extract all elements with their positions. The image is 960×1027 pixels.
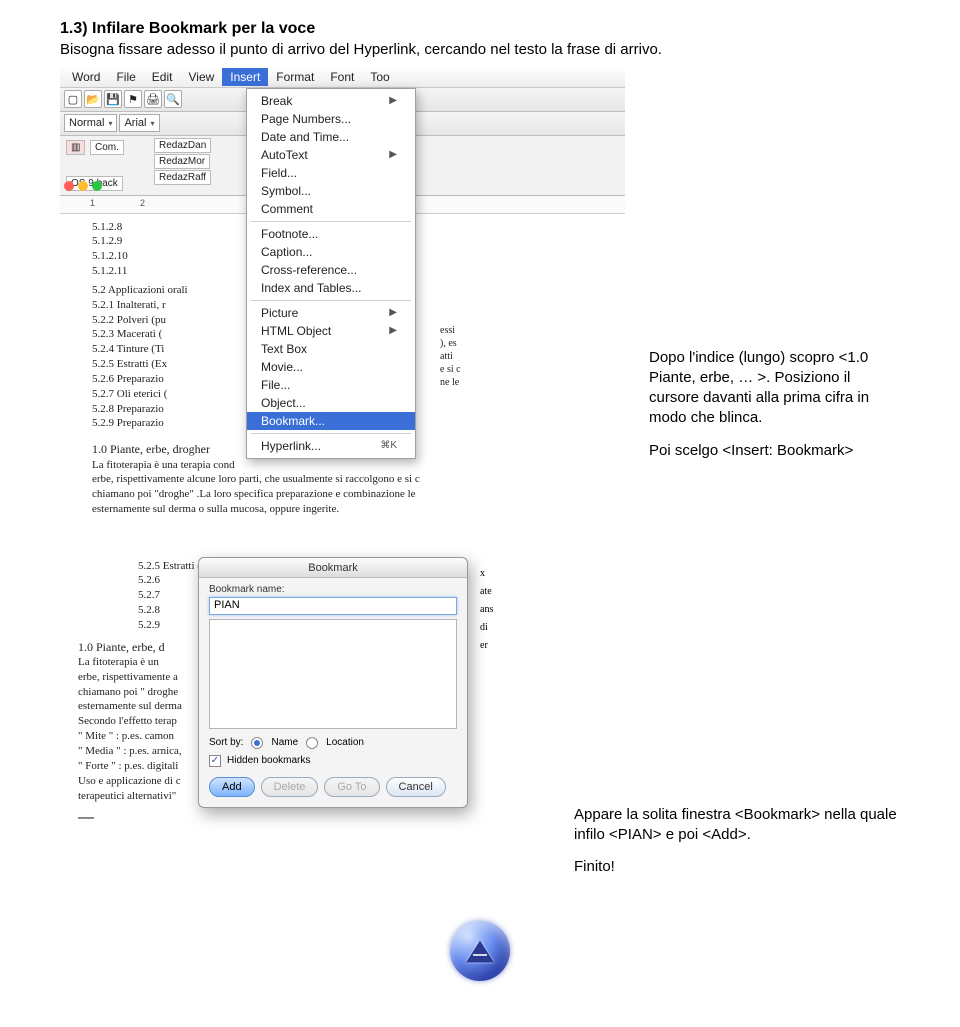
menu-file[interactable]: File bbox=[108, 68, 143, 86]
side-paragraph-4: Finito! bbox=[574, 857, 900, 877]
menu-item-picture[interactable]: Picture▶ bbox=[247, 304, 415, 322]
palette-item[interactable]: RedazMor bbox=[154, 154, 210, 169]
menu-view[interactable]: View bbox=[180, 68, 222, 86]
bookmark-dialog: Bookmark Bookmark name: PIAN Sort by: Na… bbox=[198, 557, 468, 808]
palette-item[interactable]: Com. bbox=[90, 140, 124, 155]
goto-button[interactable]: Go To bbox=[324, 777, 379, 797]
menu-separator bbox=[251, 300, 411, 301]
menu-format[interactable]: Format bbox=[268, 68, 322, 86]
menu-item-text-box[interactable]: Text Box bbox=[247, 340, 415, 358]
window-traffic-lights[interactable] bbox=[64, 181, 102, 191]
hidden-bookmarks-checkbox[interactable]: ✓ bbox=[209, 755, 221, 767]
menu-item-page-numbers---[interactable]: Page Numbers... bbox=[247, 110, 415, 128]
palette-pdf-icon[interactable]: ▥ bbox=[66, 140, 85, 155]
truncated-text: atti bbox=[440, 350, 461, 363]
bookmark-name-label: Bookmark name: bbox=[199, 578, 467, 597]
dialog-title: Bookmark bbox=[199, 558, 467, 578]
sort-location-label: Location bbox=[326, 737, 364, 748]
new-doc-icon[interactable]: ▢ bbox=[64, 90, 82, 108]
menu-font[interactable]: Font bbox=[322, 68, 362, 86]
menu-item-field---[interactable]: Field... bbox=[247, 164, 415, 182]
sort-location-radio[interactable] bbox=[306, 737, 318, 749]
sort-name-radio[interactable] bbox=[251, 737, 263, 749]
dash-glyph: — bbox=[78, 807, 544, 829]
app-menubar: WordFileEditViewInsertFormatFontToo bbox=[60, 68, 625, 88]
menu-item-date-and-time---[interactable]: Date and Time... bbox=[247, 128, 415, 146]
menu-edit[interactable]: Edit bbox=[144, 68, 181, 86]
insert-menu-dropdown: Break▶Page Numbers...Date and Time...Aut… bbox=[246, 88, 416, 459]
truncated-text: ne le bbox=[440, 376, 461, 389]
menu-word[interactable]: Word bbox=[64, 68, 108, 86]
menu-item-bookmark---[interactable]: Bookmark... bbox=[247, 412, 415, 430]
flag-icon[interactable]: ⚑ bbox=[124, 90, 142, 108]
screenshot-word-insert-menu: WordFileEditViewInsertFormatFontToo Brea… bbox=[60, 68, 625, 525]
screenshot-bookmark-dialog: 5.2.5 Estratti (Extr. fluid.) 5.2.6 5.2.… bbox=[60, 555, 550, 839]
side-paragraph-2: Poi scelgo <Insert: Bookmark> bbox=[649, 441, 900, 461]
menu-item-caption---[interactable]: Caption... bbox=[247, 243, 415, 261]
truncated-text: essi bbox=[440, 324, 461, 337]
truncated-text: di bbox=[480, 619, 493, 637]
zoom-icon[interactable]: 🔍 bbox=[164, 90, 182, 108]
menu-item-break[interactable]: Break▶ bbox=[247, 92, 415, 110]
open-icon[interactable]: 📂 bbox=[84, 90, 102, 108]
side-paragraph-1: Dopo l'indice (lungo) scopro <1.0 Piante… bbox=[649, 348, 900, 429]
bookmark-name-input[interactable]: PIAN bbox=[209, 597, 457, 615]
delete-button[interactable]: Delete bbox=[261, 777, 319, 797]
menu-item-cross-reference---[interactable]: Cross-reference... bbox=[247, 261, 415, 279]
style-select-value: Normal bbox=[69, 117, 104, 129]
menu-item-symbol---[interactable]: Symbol... bbox=[247, 182, 415, 200]
truncated-text: e si c bbox=[440, 363, 461, 376]
font-select-value: Arial bbox=[124, 117, 146, 129]
menu-too[interactable]: Too bbox=[362, 68, 397, 86]
doc-para-body: La fitoterapia è una terapia cond erbe, … bbox=[92, 458, 420, 517]
add-button[interactable]: Add bbox=[209, 777, 255, 797]
menu-separator bbox=[251, 221, 411, 222]
menu-item-footnote---[interactable]: Footnote... bbox=[247, 225, 415, 243]
truncated-text: er bbox=[480, 637, 493, 655]
truncated-text: x bbox=[480, 565, 493, 583]
menu-item-autotext[interactable]: AutoText▶ bbox=[247, 146, 415, 164]
bookmark-listbox[interactable] bbox=[209, 619, 457, 729]
menu-item-movie---[interactable]: Movie... bbox=[247, 358, 415, 376]
hidden-bookmarks-label: Hidden bookmarks bbox=[227, 755, 310, 766]
footer-orb-icon bbox=[448, 919, 512, 983]
save-icon[interactable]: 💾 bbox=[104, 90, 122, 108]
menu-item-comment[interactable]: Comment bbox=[247, 200, 415, 218]
style-select[interactable]: Normal bbox=[64, 114, 117, 132]
menu-item-object---[interactable]: Object... bbox=[247, 394, 415, 412]
sort-name-label: Name bbox=[271, 737, 298, 748]
menu-item-html-object[interactable]: HTML Object▶ bbox=[247, 322, 415, 340]
intro-paragraph: Bisogna fissare adesso il punto di arriv… bbox=[60, 40, 900, 60]
palette-item[interactable]: RedazDan bbox=[154, 138, 211, 153]
menu-item-hyperlink---[interactable]: Hyperlink...⌘K bbox=[247, 437, 415, 455]
menu-item-index-and-tables---[interactable]: Index and Tables... bbox=[247, 279, 415, 297]
truncated-text: ate bbox=[480, 583, 493, 601]
side-paragraph-3: Appare la solita finestra <Bookmark> nel… bbox=[574, 805, 900, 846]
menu-item-file---[interactable]: File... bbox=[247, 376, 415, 394]
menu-insert[interactable]: Insert bbox=[222, 68, 268, 86]
truncated-text: ans bbox=[480, 601, 493, 619]
font-select[interactable]: Arial bbox=[119, 114, 159, 132]
sort-by-label: Sort by: bbox=[209, 737, 243, 748]
palette-item[interactable]: RedazRaff bbox=[154, 170, 211, 185]
cancel-button[interactable]: Cancel bbox=[386, 777, 446, 797]
print-icon[interactable]: 🖨 bbox=[144, 90, 162, 108]
section-heading: 1.3) Infilare Bookmark per la voce bbox=[60, 20, 900, 38]
menu-separator bbox=[251, 433, 411, 434]
truncated-text: ), es bbox=[440, 337, 461, 350]
